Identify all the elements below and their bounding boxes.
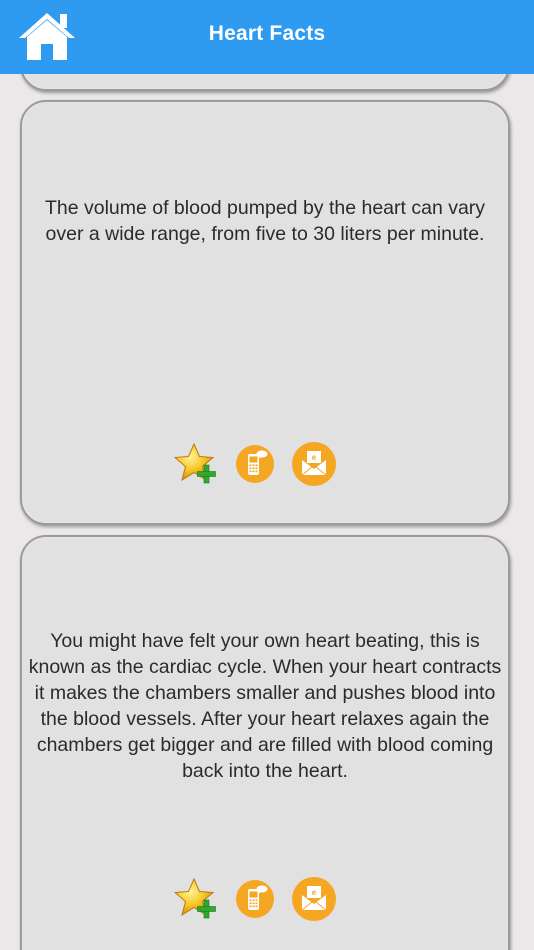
top-bar: Heart Facts <box>0 0 534 74</box>
fact-card: You might have felt your own heart beati… <box>20 535 510 950</box>
add-favorite-button[interactable] <box>173 442 220 488</box>
svg-text:e: e <box>312 453 317 462</box>
star-add-icon <box>173 877 216 919</box>
email-envelope-icon: e <box>292 877 336 921</box>
email-share-button[interactable]: e <box>290 875 338 923</box>
email-envelope-icon: e <box>292 442 336 486</box>
fact-actions: e <box>22 877 508 925</box>
sms-share-button[interactable] <box>235 879 275 919</box>
sms-share-button[interactable] <box>235 444 275 484</box>
fact-text: The volume of blood pumped by the heart … <box>44 197 486 245</box>
star-add-icon <box>173 442 216 484</box>
sms-phone-icon <box>236 880 274 918</box>
email-share-button[interactable]: e <box>290 440 338 488</box>
fact-actions: e <box>22 442 508 490</box>
svg-text:e: e <box>312 888 317 897</box>
fact-card: The volume of blood pumped by the heart … <box>20 100 510 525</box>
add-favorite-button[interactable] <box>173 877 220 923</box>
fact-text: You might have felt your own heart beati… <box>28 630 502 782</box>
facts-list[interactable]: The volume of blood pumped by the heart … <box>0 0 534 950</box>
page-title: Heart Facts <box>208 22 326 45</box>
app-screen: The volume of blood pumped by the heart … <box>0 0 534 950</box>
sms-phone-icon <box>236 445 274 483</box>
